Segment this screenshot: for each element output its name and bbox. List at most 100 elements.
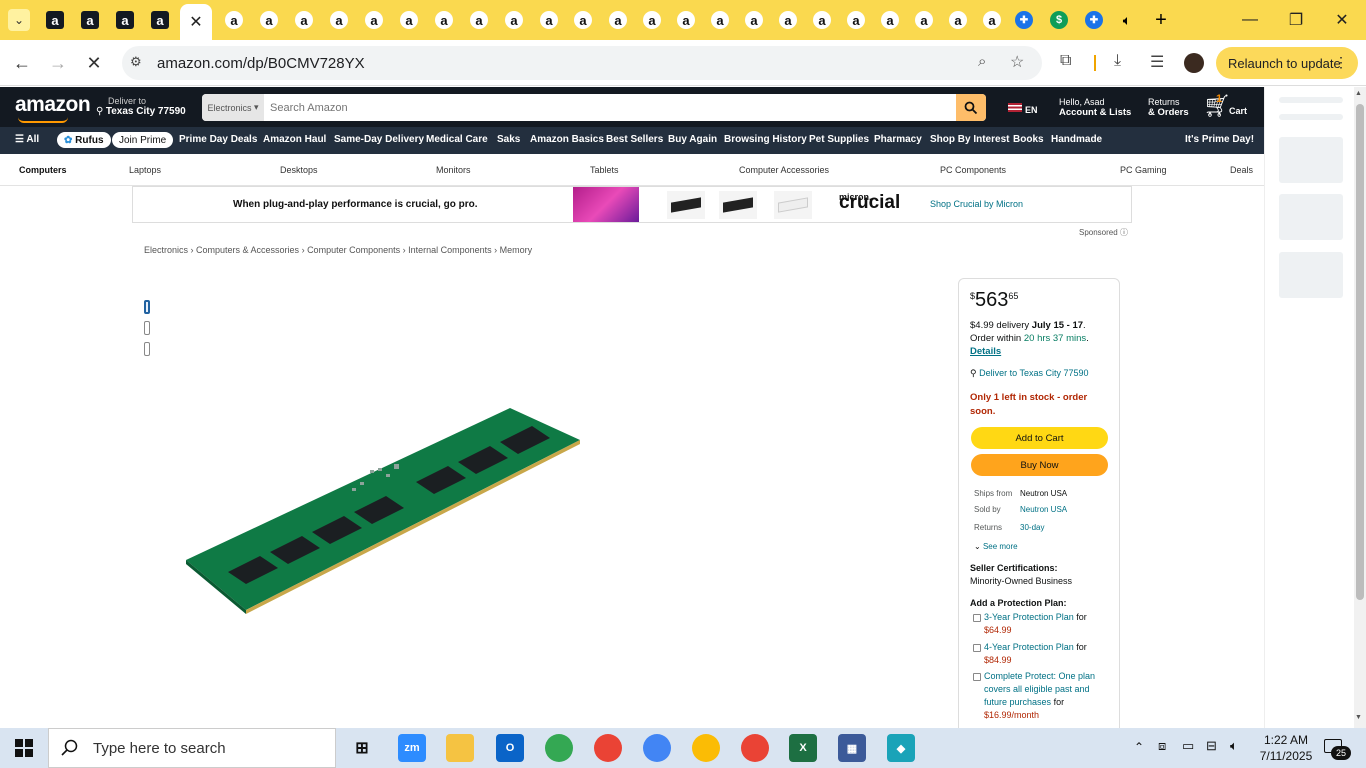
browser-tab[interactable]: a — [605, 8, 631, 32]
browser-tab[interactable]: a — [707, 8, 733, 32]
taskbar-search[interactable]: Type here to search — [48, 728, 336, 768]
active-tab-close-button[interactable]: ✕ — [180, 4, 212, 40]
catnav-item[interactable]: Laptops — [129, 165, 161, 175]
battery-icon[interactable]: ▭ — [1182, 738, 1194, 754]
account-lists-menu[interactable]: Hello, Asad Account & Lists — [1059, 97, 1131, 118]
browser-tab[interactable]: a — [979, 8, 1005, 32]
taskbar-app-chrome-1[interactable] — [545, 734, 573, 762]
browser-tab[interactable]: a — [639, 8, 665, 32]
media-control-icon[interactable]: ☰ — [1150, 52, 1164, 72]
rufus-button[interactable]: ✿ Rufus — [57, 132, 111, 148]
close-window-button[interactable]: ✕ — [1322, 8, 1362, 32]
taskbar-app-file-explorer[interactable] — [446, 734, 474, 762]
returns-link[interactable]: 30-day — [1020, 521, 1044, 534]
new-tab-button[interactable]: + — [1148, 8, 1174, 32]
sponsored-label[interactable]: Sponsored ⓘ — [1079, 227, 1128, 238]
protection-plan-checkbox[interactable] — [973, 614, 981, 622]
browser-tab[interactable]: $ — [1046, 8, 1072, 32]
browser-tab[interactable]: a — [42, 8, 68, 32]
search-button[interactable] — [956, 94, 986, 121]
volume-icon[interactable]: 🔈︎ — [1230, 738, 1238, 754]
extensions-icon[interactable]: ⧉ — [1060, 52, 1071, 70]
browser-tab[interactable]: a — [466, 8, 492, 32]
image-thumbnail[interactable] — [144, 300, 150, 314]
browser-tab[interactable]: a — [147, 8, 173, 32]
address-bar[interactable]: ⚙︎ amazon.com/dp/B0CMV728YX ⌕ ☆ — [122, 46, 1042, 80]
forward-button[interactable]: → — [44, 49, 72, 77]
catnav-item[interactable]: PC Components — [940, 165, 1006, 175]
browser-tab[interactable]: a — [256, 8, 282, 32]
join-prime-button[interactable]: Join Prime — [112, 132, 174, 148]
profile-avatar[interactable] — [1184, 53, 1204, 73]
browser-tab[interactable]: a — [741, 8, 767, 32]
breadcrumb-item[interactable]: Internal Components — [408, 245, 492, 255]
taskbar-app-chrome-3[interactable] — [643, 734, 671, 762]
subnav-item[interactable]: Books — [1013, 134, 1044, 145]
subnav-item[interactable]: Same-Day Delivery — [334, 134, 424, 145]
subnav-item[interactable]: Prime Day Deals — [179, 134, 257, 145]
breadcrumb-item[interactable]: Electronics — [144, 245, 188, 255]
browser-tab[interactable]: a — [112, 8, 138, 32]
browser-tab[interactable]: ✚ — [1011, 8, 1037, 32]
cart-label[interactable]: Cart — [1229, 106, 1247, 116]
tab-search-button[interactable]: ⌄ — [8, 9, 30, 31]
taskbar-app-outlook[interactable]: O — [496, 734, 524, 762]
site-info-icon[interactable]: ⚙︎ — [130, 54, 142, 70]
scroll-down-icon[interactable]: ▼ — [1355, 714, 1362, 721]
network-icon[interactable]: ⊟ — [1206, 738, 1217, 754]
image-thumbnail[interactable] — [144, 321, 150, 335]
taskbar-app-calculator[interactable]: ▦ — [838, 734, 866, 762]
task-view-icon[interactable]: ⊞ — [348, 734, 376, 762]
product-image[interactable] — [180, 400, 590, 620]
subnav-item[interactable]: Amazon Haul — [263, 134, 326, 145]
subnav-item[interactable]: Pharmacy — [874, 134, 922, 145]
browser-tab[interactable]: a — [291, 8, 317, 32]
browser-tab[interactable]: a — [877, 8, 903, 32]
browser-tab[interactable]: a — [431, 8, 457, 32]
browser-tab[interactable]: 🔈︎ — [1114, 8, 1140, 32]
back-button[interactable]: ← — [8, 49, 36, 77]
breadcrumb-item[interactable]: Computer Components — [307, 245, 400, 255]
image-thumbnail[interactable] — [144, 342, 150, 356]
protection-plan-checkbox[interactable] — [973, 673, 981, 681]
catnav-item[interactable]: PC Gaming — [1120, 165, 1167, 175]
returns-orders-link[interactable]: Returns & Orders — [1148, 97, 1189, 118]
see-more-toggle[interactable]: ⌄ See more — [974, 540, 1018, 553]
language-selector[interactable]: EN — [1025, 105, 1038, 115]
taskbar-app-app-diamond[interactable]: ◆ — [887, 734, 915, 762]
browser-tab[interactable]: a — [945, 8, 971, 32]
browser-tab[interactable]: a — [775, 8, 801, 32]
subnav-item[interactable]: Best Sellers — [606, 134, 663, 145]
amazon-logo[interactable]: amazon — [15, 93, 91, 117]
browser-tab[interactable]: a — [809, 8, 835, 32]
scrollbar-thumb[interactable] — [1356, 104, 1364, 600]
download-icon[interactable]: ⤓ — [1114, 52, 1121, 70]
subnav-item[interactable]: Saks — [497, 134, 520, 145]
scroll-up-icon[interactable]: ▲ — [1355, 90, 1362, 97]
search-category-select[interactable]: Electronics ▾ — [202, 94, 264, 121]
browser-tab[interactable]: a — [570, 8, 596, 32]
catnav-item[interactable]: Tablets — [590, 165, 619, 175]
zoom-icon[interactable]: ⌕ — [978, 53, 986, 70]
deliver-to-location[interactable]: Deliver to ⚲ Texas City 77590 — [96, 96, 186, 117]
browser-tab[interactable]: a — [536, 8, 562, 32]
sold-by-link[interactable]: Neutron USA — [1020, 503, 1067, 516]
taskbar-app-excel[interactable]: X — [789, 734, 817, 762]
browser-tab[interactable]: a — [221, 8, 247, 32]
breadcrumb-item[interactable]: Computers & Accessories — [196, 245, 299, 255]
stop-loading-button[interactable]: ✕ — [80, 49, 108, 77]
catnav-item[interactable]: Desktops — [280, 165, 318, 175]
taskbar-clock[interactable]: 1:22 AM 7/11/2025 — [1256, 732, 1316, 764]
browser-tab[interactable]: a — [501, 8, 527, 32]
browser-tab[interactable]: a — [326, 8, 352, 32]
browser-tab[interactable]: a — [396, 8, 422, 32]
banner-shop-link[interactable]: Shop Crucial by Micron — [930, 199, 1023, 209]
breadcrumb-item[interactable]: Memory — [500, 245, 533, 255]
protection-plan-checkbox[interactable] — [973, 644, 981, 652]
buy-now-button[interactable]: Buy Now — [971, 454, 1108, 476]
subnav-item[interactable]: Shop By Interest — [930, 134, 1009, 145]
meet-now-icon[interactable]: ⧈ — [1158, 738, 1166, 754]
subnav-item[interactable]: Browsing History — [724, 134, 807, 145]
catnav-item[interactable]: Computers — [19, 165, 67, 175]
deliver-to-link[interactable]: ⚲ Deliver to Texas City 77590 — [970, 367, 1089, 380]
